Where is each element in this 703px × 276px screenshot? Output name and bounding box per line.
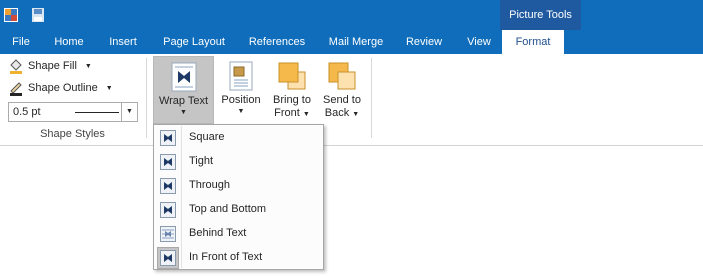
pen-outline-icon: [10, 82, 22, 96]
menu-item-top-and-bottom[interactable]: Top and Bottom: [155, 198, 322, 222]
send-to-back-button[interactable]: Send to Back ▼: [319, 56, 365, 124]
line-sample: [75, 112, 119, 113]
wrap-in-front-icon: [160, 250, 176, 266]
tab-insert[interactable]: Insert: [100, 30, 146, 54]
word-app-icon[interactable]: [4, 8, 18, 22]
position-button[interactable]: Position ▼: [218, 56, 264, 124]
menu-item-label: Through: [189, 179, 230, 191]
ribbon-tabs: File Home Insert Page Layout References …: [0, 30, 703, 54]
wrap-text-button[interactable]: Wrap Text ▼: [153, 56, 214, 124]
bring-to-front-label-line1: Bring to: [273, 94, 311, 106]
menu-item-label: In Front of Text: [189, 251, 263, 263]
shape-outline-label: Shape Outline: [28, 82, 98, 94]
chevron-down-icon: ▼: [237, 108, 245, 115]
outline-weight-value: 0.5 pt: [13, 106, 41, 118]
wrap-text-label: Wrap Text: [158, 95, 209, 107]
chevron-down-icon[interactable]: ▼: [121, 103, 137, 121]
tab-review[interactable]: Review: [398, 30, 450, 54]
group-separator: [146, 58, 147, 138]
chevron-down-icon: ▼: [302, 111, 310, 118]
chevron-down-icon: ▼: [84, 62, 92, 70]
group-label-shape-styles: Shape Styles: [40, 128, 105, 140]
tab-format[interactable]: Format: [502, 30, 564, 54]
send-to-back-label-line1: Send to: [323, 94, 361, 106]
bring-to-front-button[interactable]: Bring to Front ▼: [268, 56, 316, 124]
send-to-back-label-line2: Back: [324, 107, 350, 119]
menu-item-through[interactable]: Through: [155, 174, 322, 198]
menu-item-square[interactable]: Square: [155, 126, 322, 150]
position-icon: [229, 61, 253, 91]
tab-view[interactable]: View: [458, 30, 500, 54]
paint-bucket-icon: [10, 59, 22, 74]
shape-fill-label: Shape Fill: [28, 60, 77, 72]
outline-weight-combo[interactable]: 0.5 pt ▼: [8, 102, 138, 122]
menu-item-label: Top and Bottom: [189, 203, 267, 215]
menu-item-behind-text[interactable]: Behind Text: [155, 222, 322, 246]
tab-page-layout[interactable]: Page Layout: [156, 30, 232, 54]
chevron-down-icon: ▼: [352, 111, 360, 118]
wrap-square-icon: [160, 130, 176, 146]
menu-item-tight[interactable]: Tight: [155, 150, 322, 174]
menu-item-label: Tight: [189, 155, 214, 167]
shape-outline-button[interactable]: Shape Outline ▼: [8, 78, 113, 98]
wrap-text-menu: Square Tight Through Top and Bottom Behi…: [153, 124, 324, 270]
bring-to-front-label-line2: Front: [274, 107, 300, 119]
wrap-top-bottom-icon: [160, 202, 176, 218]
group-separator: [371, 58, 372, 138]
context-tab-picture-tools: Picture Tools: [500, 0, 581, 30]
send-to-back-icon: [328, 62, 356, 90]
wrap-through-icon: [160, 178, 176, 194]
title-bar: Picture Tools: [0, 0, 703, 30]
tab-home[interactable]: Home: [48, 30, 90, 54]
ribbon: Shape Fill ▼ Shape Outline ▼ 0.5 pt ▼ Sh…: [0, 54, 703, 146]
bring-to-front-icon: [278, 62, 306, 90]
menu-item-in-front-of-text[interactable]: In Front of Text: [155, 246, 322, 270]
shape-fill-button[interactable]: Shape Fill ▼: [8, 56, 92, 76]
chevron-down-icon: ▼: [105, 84, 113, 92]
save-icon[interactable]: [31, 8, 45, 22]
wrap-text-icon: [171, 62, 196, 92]
wrap-behind-text-icon: [160, 226, 176, 242]
menu-item-label: Behind Text: [189, 227, 247, 239]
position-label: Position: [221, 94, 261, 106]
chevron-down-icon: ▼: [180, 109, 187, 116]
tab-file[interactable]: File: [4, 30, 38, 54]
menu-item-label: Square: [189, 131, 225, 143]
tab-mail-merge[interactable]: Mail Merge: [322, 30, 390, 54]
wrap-tight-icon: [160, 154, 176, 170]
tab-references[interactable]: References: [242, 30, 312, 54]
